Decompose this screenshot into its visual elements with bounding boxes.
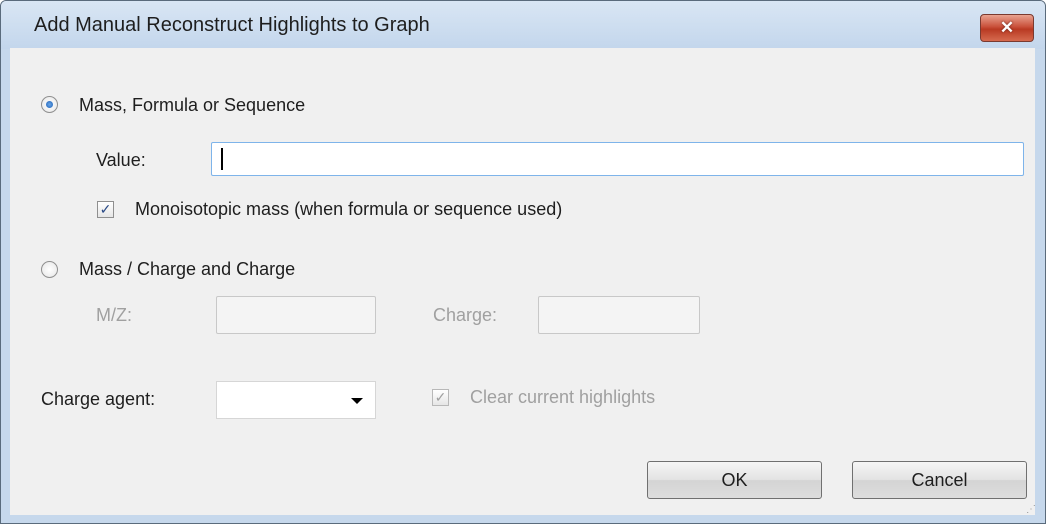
close-icon: ✕: [999, 18, 1015, 37]
mass-formula-sequence-label[interactable]: Mass, Formula or Sequence: [79, 95, 305, 116]
text-caret: [221, 148, 223, 170]
cancel-button[interactable]: Cancel: [852, 461, 1027, 499]
mass-formula-sequence-radio[interactable]: [41, 96, 58, 113]
value-label: Value:: [96, 150, 146, 170]
clear-highlights-label[interactable]: Clear current highlights: [470, 387, 655, 408]
charge-agent-label: Charge agent:: [41, 389, 156, 409]
mass-charge-radio[interactable]: [41, 261, 58, 278]
ok-button[interactable]: OK: [647, 461, 822, 499]
charge-label: Charge:: [433, 305, 498, 325]
charge-input[interactable]: [538, 296, 700, 334]
charge-agent-dropdown[interactable]: [216, 381, 376, 419]
chevron-down-icon: [351, 398, 363, 404]
monoisotopic-label[interactable]: Monoisotopic mass (when formula or seque…: [135, 199, 562, 220]
dialog-title: Add Manual Reconstruct Highlights to Gra…: [34, 14, 430, 36]
title-bar[interactable]: Add Manual Reconstruct Highlights to Gra…: [1, 1, 1045, 49]
monoisotopic-checkbox[interactable]: ✓: [97, 201, 114, 218]
mz-input[interactable]: [216, 296, 376, 334]
value-input[interactable]: [211, 142, 1024, 176]
client-area: [10, 48, 1035, 515]
clear-highlights-checkbox[interactable]: ✓: [432, 389, 449, 406]
mz-label: M/Z:: [96, 305, 132, 325]
resize-grip-icon[interactable]: ⋰: [1026, 504, 1040, 518]
close-button[interactable]: ✕: [980, 14, 1034, 42]
mass-charge-label[interactable]: Mass / Charge and Charge: [79, 259, 295, 280]
